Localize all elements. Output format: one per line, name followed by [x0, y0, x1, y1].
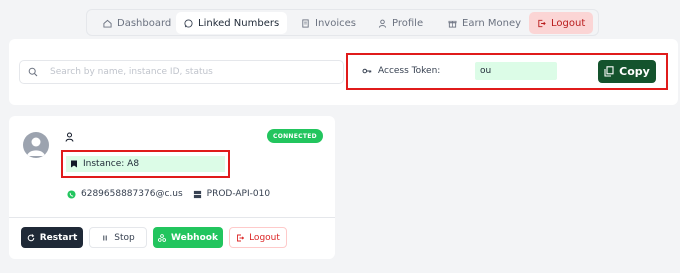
tab-invoices[interactable]: Invoices — [293, 12, 364, 34]
webhook-label: Webhook — [171, 232, 218, 243]
restart-label: Restart — [39, 232, 78, 243]
person-icon — [65, 132, 74, 142]
tab-linked-numbers[interactable]: Linked Numbers — [176, 12, 288, 34]
tab-label: Profile — [392, 17, 424, 29]
logout-label: Logout — [249, 232, 280, 243]
tab-earn-money[interactable]: Earn Money — [440, 12, 529, 34]
access-token-value: ou — [475, 62, 557, 80]
main-nav: Dashboard Linked Numbers Invoices Profil… — [86, 9, 599, 36]
webhook-icon — [158, 233, 167, 242]
gift-icon — [448, 20, 457, 28]
avatar — [23, 132, 49, 158]
instance-name: Instance: A8 — [66, 156, 225, 172]
tab-label: Logout — [551, 17, 586, 29]
search-input[interactable] — [50, 67, 330, 77]
tab-profile[interactable]: Profile — [370, 12, 431, 34]
home-icon — [103, 19, 112, 28]
server-name: PROD-API-010 — [206, 189, 271, 199]
tab-label: Dashboard — [117, 17, 172, 29]
instance-card: CONNECTED Instance: A8 6289658887376@c.u… — [9, 116, 335, 259]
restart-icon — [27, 233, 35, 241]
whatsapp-icon — [184, 18, 193, 28]
logout-button[interactable]: Logout — [229, 227, 287, 248]
stop-button[interactable]: Stop — [89, 227, 147, 248]
status-badge: CONNECTED — [267, 129, 323, 143]
toolbar-panel: Access Token: ou Copy — [9, 39, 678, 105]
key-icon — [362, 68, 372, 74]
logout-icon — [538, 19, 546, 27]
webhook-button[interactable]: Webhook — [153, 227, 223, 248]
instance-meta: 6289658887376@c.us PROD-API-010 — [67, 189, 270, 199]
stop-label: Stop — [114, 232, 135, 243]
tab-dashboard[interactable]: Dashboard — [95, 12, 179, 34]
access-token-highlight: Access Token: ou Copy — [346, 53, 668, 90]
bookmark-icon — [71, 160, 77, 168]
search-icon — [28, 67, 38, 77]
card-divider — [9, 217, 335, 218]
user-icon — [378, 19, 387, 28]
pause-icon — [103, 235, 107, 240]
avatar-placeholder-icon — [27, 137, 45, 156]
server-icon — [193, 190, 201, 198]
copy-button[interactable]: Copy — [598, 60, 656, 83]
tab-label: Invoices — [315, 17, 356, 29]
whatsapp-icon — [67, 189, 76, 199]
search-box — [19, 60, 344, 84]
instance-name-highlight: Instance: A8 — [61, 150, 230, 178]
instance-name-text: Instance: A8 — [83, 159, 140, 169]
copy-icon — [604, 66, 614, 77]
tab-label: Linked Numbers — [198, 17, 280, 29]
invoice-icon — [302, 18, 309, 28]
copy-button-label: Copy — [619, 65, 650, 78]
logout-icon — [237, 234, 245, 241]
tab-label: Earn Money — [462, 17, 522, 29]
restart-button[interactable]: Restart — [21, 227, 83, 248]
tab-logout[interactable]: Logout — [529, 12, 594, 34]
token-label-text: Access Token: — [378, 66, 441, 76]
access-token-label: Access Token: — [362, 66, 440, 76]
phone-number: 6289658887376@c.us — [81, 189, 183, 199]
